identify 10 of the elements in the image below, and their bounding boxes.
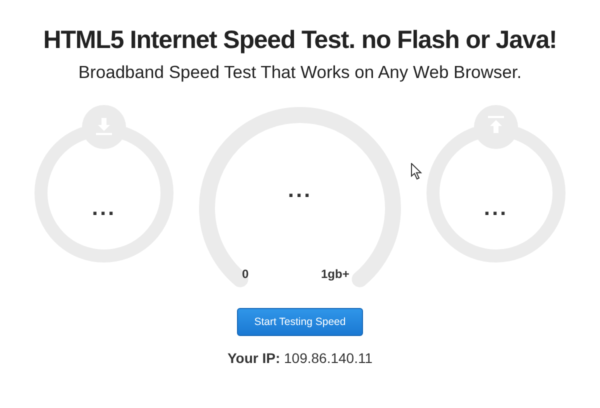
speed-value: ... — [286, 177, 314, 203]
page-subtitle: Broadband Speed Test That Works on Any Web Browser. — [78, 62, 522, 83]
mouse-pointer-icon — [411, 163, 422, 180]
speed-value: ... — [90, 195, 118, 221]
page-title: HTML5 Internet Speed Test. no Flash or Java! — [43, 26, 557, 55]
scale-min-label: 0 — [242, 267, 249, 281]
speed-value: ... — [482, 195, 510, 221]
ip-address-text: Your IP: 109.86.140.11 — [227, 350, 373, 366]
start-test-button[interactable]: Start Testing Speed — [237, 308, 363, 336]
scale-max-label: 1gb+ — [321, 267, 350, 281]
